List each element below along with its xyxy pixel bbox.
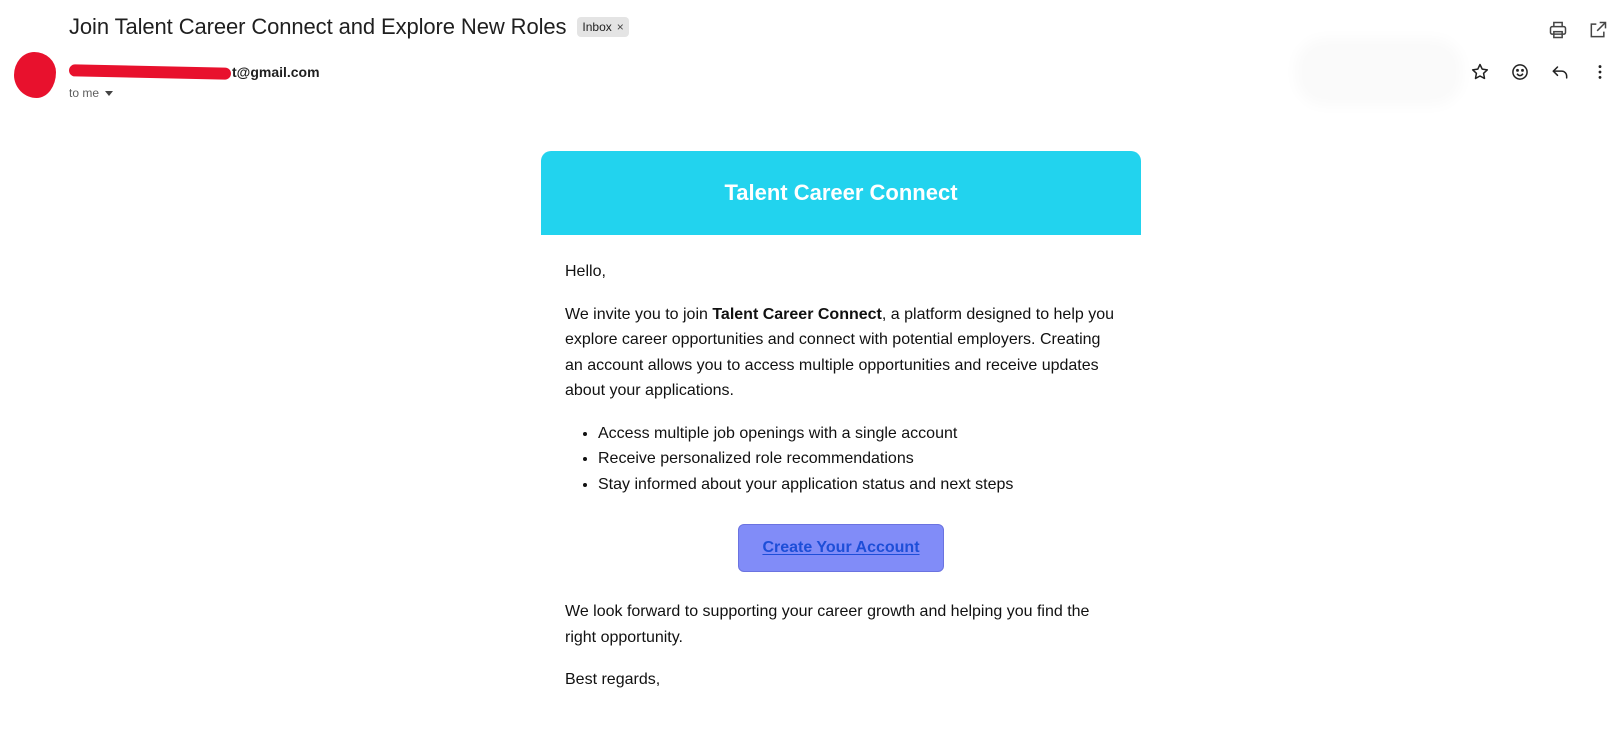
emoji-icon[interactable] xyxy=(1506,60,1534,84)
signoff: Best regards, xyxy=(565,671,661,688)
closing-paragraph: We look forward to supporting your caree… xyxy=(565,603,1090,646)
greeting: Hello, xyxy=(565,263,606,280)
intro-brand: Talent Career Connect xyxy=(712,305,882,323)
sender-email: t@gmail.com xyxy=(232,64,320,80)
reply-icon[interactable] xyxy=(1546,60,1574,84)
email-content: Talent Career Connect Hello, We invite y… xyxy=(541,151,1141,710)
redaction-mark xyxy=(68,64,232,80)
sender-address[interactable]: t@gmail.com xyxy=(68,64,320,80)
star-icon[interactable] xyxy=(1466,60,1494,84)
remove-label-icon[interactable]: × xyxy=(617,20,624,34)
sender-avatar[interactable] xyxy=(14,52,56,98)
more-vert-icon[interactable] xyxy=(1586,60,1614,84)
blurred-timestamp xyxy=(1305,48,1453,96)
cta-container: Create Your Account xyxy=(565,524,1117,572)
email-body: Hello, We invite you to join Talent Care… xyxy=(541,235,1141,693)
inbox-label-text: Inbox xyxy=(582,20,612,34)
intro-prefix: We invite you to join xyxy=(565,305,713,323)
message-actions xyxy=(1466,60,1614,84)
subject-row: Join Talent Career Connect and Explore N… xyxy=(69,14,629,40)
open-in-new-window-icon[interactable] xyxy=(1584,18,1612,42)
list-item: Receive personalized role recommendation… xyxy=(598,446,1117,472)
benefits-list: Access multiple job openings with a sing… xyxy=(565,421,1117,498)
list-item: Stay informed about your application sta… xyxy=(598,472,1117,498)
recipient-details-toggle[interactable]: to me xyxy=(69,86,114,100)
email-subject: Join Talent Career Connect and Explore N… xyxy=(69,14,567,39)
recipient-label: to me xyxy=(69,86,100,100)
print-icon[interactable] xyxy=(1544,18,1572,42)
list-item: Access multiple job openings with a sing… xyxy=(598,421,1117,447)
email-banner: Talent Career Connect xyxy=(541,151,1141,235)
create-account-button[interactable]: Create Your Account xyxy=(738,524,944,572)
inbox-label[interactable]: Inbox × xyxy=(577,17,629,37)
email-banner-title: Talent Career Connect xyxy=(724,180,958,205)
chevron-down-icon xyxy=(105,91,114,96)
thread-actions xyxy=(1544,18,1612,42)
intro-paragraph: We invite you to join Talent Career Conn… xyxy=(565,302,1117,404)
